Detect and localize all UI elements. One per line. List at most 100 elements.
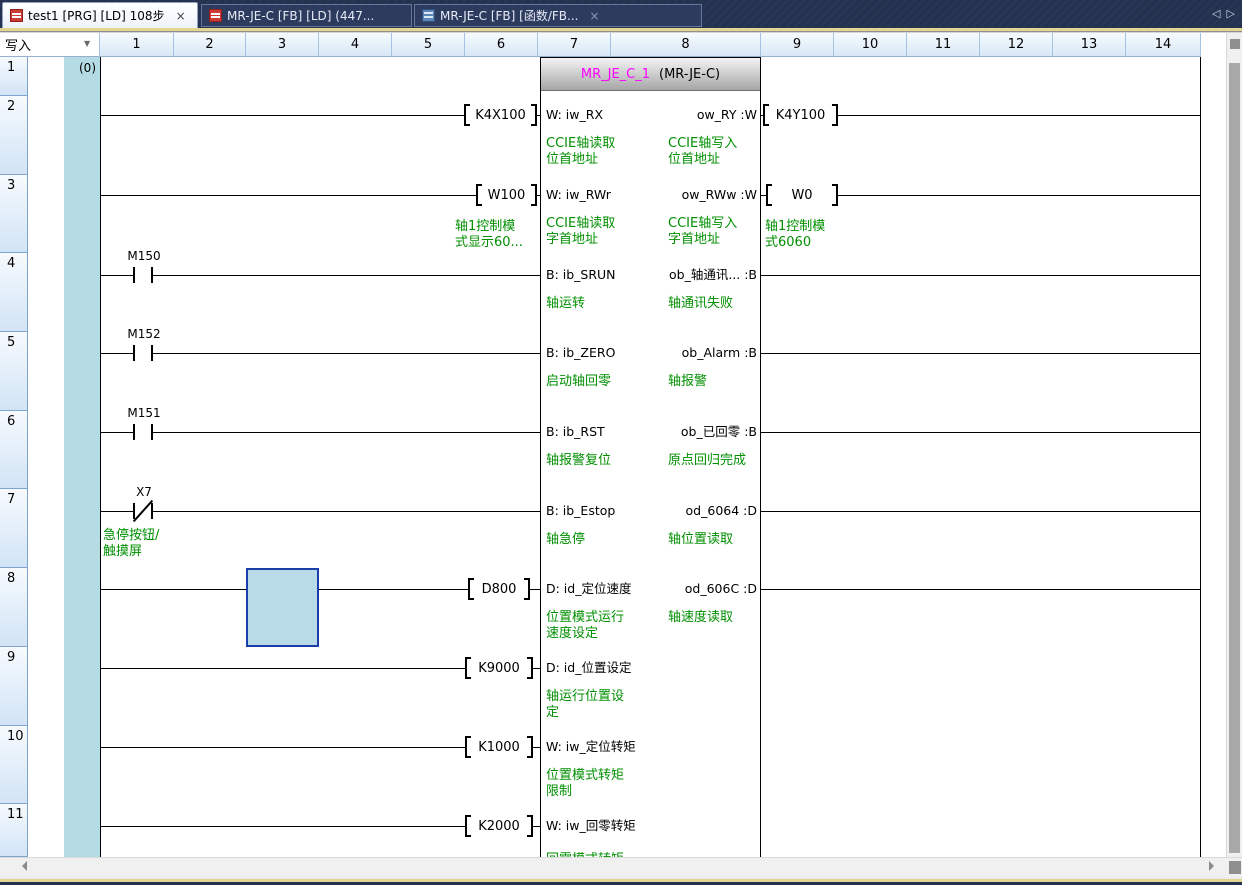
fb-output-pin[interactable]: ob_Alarm :B (600, 345, 757, 361)
bracket (531, 184, 537, 206)
tab-scroll-arrows[interactable]: ◁▷ (1212, 7, 1241, 20)
ladder-editor-window: test1 [PRG] [LD] 108步 × MR-JE-C [FB] [LD… (0, 0, 1242, 885)
fb-output-pin[interactable]: od_606C :D (600, 581, 757, 597)
close-tab-icon[interactable]: × (176, 10, 186, 22)
bracket (763, 104, 769, 126)
operand-k2000[interactable]: K2000 (465, 815, 533, 837)
fb-input-pin[interactable]: W: iw_定位转矩 (546, 739, 636, 755)
rung-wire (100, 195, 540, 196)
scroll-left-icon[interactable] (17, 861, 27, 871)
operand-d800[interactable]: D800 (468, 578, 530, 600)
fb-output-pin[interactable]: ow_RY :W (600, 107, 757, 123)
scrollbar-corner-box[interactable] (1229, 861, 1241, 874)
operand-k4y100[interactable]: K4Y100 (763, 104, 838, 126)
fb-input-pin[interactable]: D: id_位置设定 (546, 660, 631, 676)
column-header-3: 3 (246, 33, 319, 57)
column-header-2: 2 (174, 33, 246, 57)
operand-w0[interactable]: W0 (766, 184, 838, 206)
contact-label: M151 (114, 406, 174, 420)
operand-value: K1000 (478, 740, 520, 755)
bracket (524, 578, 530, 600)
bracket (476, 184, 482, 206)
column-header-6: 6 (465, 33, 538, 57)
device-comment: 轴1控制模 式6060 (765, 219, 849, 251)
column-header-13: 13 (1053, 33, 1126, 57)
row-header-8: 8 (0, 568, 28, 647)
column-header-4: 4 (319, 33, 392, 57)
bracket (832, 104, 838, 126)
step-margin-column (64, 57, 100, 857)
bracket (527, 657, 533, 679)
row-header-6: 6 (0, 411, 28, 489)
fb-instance-name: MR_JE_C_1 (581, 67, 650, 82)
column-header-7: 7 (538, 33, 611, 57)
tab-scroll-left-icon[interactable]: ◁ (1212, 7, 1226, 20)
fb-output-pin[interactable]: ob_已回零 :B (600, 424, 757, 440)
row-header-9: 9 (0, 647, 28, 726)
fb-input-pin[interactable]: W: iw_回零转矩 (546, 818, 636, 834)
vertical-scrollbar-top-button[interactable] (1230, 39, 1240, 49)
bracket (766, 184, 772, 206)
step-number: (0) (60, 61, 96, 75)
tab-label: MR-JE-C [FB] [函数/FB... (440, 7, 578, 24)
row-header-3: 3 (0, 175, 28, 253)
operand-value: K4X100 (475, 108, 526, 123)
chevron-down-icon[interactable]: ▼ (84, 39, 90, 48)
vertical-scrollbar-thumb[interactable] (1229, 63, 1240, 853)
rung-wire (100, 275, 540, 276)
fb-pin-comment: 轴通讯失败 (668, 296, 733, 312)
fb-pin-comment: CCIE轴读取 位首地址 (546, 136, 615, 168)
fb-input-pin[interactable]: W: iw_RX (546, 107, 603, 123)
rung-wire (761, 275, 1200, 276)
operand-k4x100[interactable]: K4X100 (464, 104, 537, 126)
tab-test1-prg[interactable]: test1 [PRG] [LD] 108步 × (2, 2, 198, 28)
rung-wire (761, 589, 1200, 590)
column-header-5: 5 (392, 33, 465, 57)
tab-label: MR-JE-C [FB] [LD] (447... (227, 9, 374, 23)
tab-mrjec-ld[interactable]: MR-JE-C [FB] [LD] (447... (201, 4, 412, 27)
row-header-7: 7 (0, 489, 28, 568)
operand-w100[interactable]: W100 (476, 184, 537, 206)
fb-pin-comment: 位置模式转矩 限制 (546, 768, 624, 800)
tab-scroll-right-icon[interactable]: ▷ (1226, 7, 1240, 20)
no-contact-m151[interactable] (133, 424, 153, 440)
bracket (465, 657, 471, 679)
rung-wire (100, 511, 540, 512)
no-contact-m152[interactable] (133, 345, 153, 361)
fb-pin-comment: 轴运行位置设 定 (546, 689, 624, 721)
ladder-cell-cursor[interactable] (246, 568, 319, 647)
fb-output-pin[interactable]: ow_RWw :W (600, 187, 757, 203)
fb-header: MR_JE_C_1 (MR-JE-C) (541, 58, 760, 91)
contact-label: M150 (114, 249, 174, 263)
horizontal-scrollbar[interactable] (0, 857, 1242, 877)
column-header-14: 14 (1126, 33, 1201, 57)
fb-output-pin[interactable]: od_6064 :D (600, 503, 757, 519)
rung-wire (100, 432, 540, 433)
fb-output-pin[interactable]: ob_轴通讯... :B (600, 267, 757, 283)
bracket (527, 736, 533, 758)
operand-k1000[interactable]: K1000 (465, 736, 533, 758)
contact-label: M152 (114, 327, 174, 341)
no-contact-m150[interactable] (133, 267, 153, 283)
operand-k9000[interactable]: K9000 (465, 657, 533, 679)
tab-mrjec-fblib[interactable]: MR-JE-C [FB] [函数/FB... × (414, 4, 702, 27)
fb-input-pin[interactable]: B: ib_RST (546, 424, 605, 440)
bracket (527, 815, 533, 837)
device-comment: 轴1控制模 式显示60... (455, 219, 539, 251)
fb-pin-comment: 回零模式转矩 (546, 852, 624, 857)
operand-value: W100 (488, 188, 526, 203)
fb-type-name: (MR-JE-C) (659, 67, 720, 82)
ladder-program-icon (10, 9, 23, 22)
fb-pin-comment: 位置模式运行 速度设定 (546, 610, 624, 642)
bracket (468, 578, 474, 600)
close-tab-icon[interactable]: × (589, 10, 599, 22)
right-power-rail (1200, 57, 1201, 857)
column-header-8: 8 (611, 33, 761, 57)
tab-label: test1 [PRG] [LD] 108步 (28, 7, 165, 24)
scroll-right-icon[interactable] (1209, 861, 1219, 871)
fb-pin-comment: 轴速度读取 (668, 610, 733, 626)
row-header-5: 5 (0, 332, 28, 411)
row-header-11: 11 (0, 804, 28, 857)
bracket (465, 736, 471, 758)
row-header-1: 1 (0, 57, 28, 96)
